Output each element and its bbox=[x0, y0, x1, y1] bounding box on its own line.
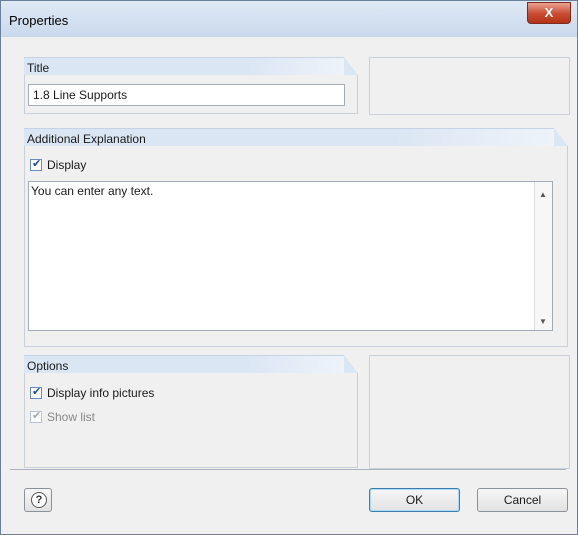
display-checkbox-label: Display bbox=[47, 158, 87, 172]
close-icon: X bbox=[544, 5, 554, 20]
display-info-pictures-label: Display info pictures bbox=[47, 386, 155, 400]
help-button[interactable]: ? bbox=[24, 488, 52, 512]
close-button[interactable]: X bbox=[527, 2, 571, 24]
display-checkbox-box[interactable] bbox=[30, 157, 42, 171]
display-info-pictures-box[interactable] bbox=[30, 385, 42, 399]
show-list-box bbox=[30, 409, 42, 423]
explanation-text: You can enter any text. bbox=[31, 184, 154, 198]
show-list-checkbox: Show list bbox=[30, 409, 96, 424]
properties-dialog: Properties X Title 1.8 Line Supports Add… bbox=[0, 0, 578, 535]
dialog-client: Title 1.8 Line Supports Additional Expla… bbox=[10, 37, 570, 525]
scroll-down-icon[interactable]: ▼ bbox=[539, 317, 547, 326]
explanation-header: Additional Explanation bbox=[24, 128, 554, 147]
explanation-panel: Additional Explanation Display You can e… bbox=[24, 128, 568, 347]
title-panel: Title 1.8 Line Supports bbox=[24, 57, 358, 114]
textarea-scrollbar[interactable]: ▲ ▼ bbox=[534, 182, 552, 330]
window-title: Properties bbox=[9, 13, 69, 28]
ok-button[interactable]: OK bbox=[369, 488, 460, 512]
options-side-panel bbox=[369, 355, 570, 469]
title-header: Title bbox=[24, 57, 344, 76]
scroll-up-icon[interactable]: ▲ bbox=[539, 190, 547, 199]
title-bar: Properties X bbox=[1, 1, 577, 37]
cancel-button[interactable]: Cancel bbox=[477, 488, 568, 512]
title-input[interactable]: 1.8 Line Supports bbox=[28, 84, 345, 106]
footer-divider bbox=[10, 469, 566, 470]
title-side-panel bbox=[369, 57, 570, 115]
show-list-label: Show list bbox=[47, 410, 96, 424]
display-info-pictures-checkbox[interactable]: Display info pictures bbox=[30, 385, 155, 400]
display-checkbox[interactable]: Display bbox=[30, 157, 87, 172]
explanation-textarea[interactable]: You can enter any text. ▲ ▼ bbox=[28, 181, 553, 331]
help-icon: ? bbox=[31, 492, 47, 508]
options-panel: Options Display info pictures Show list bbox=[24, 355, 358, 468]
options-header: Options bbox=[24, 355, 344, 374]
